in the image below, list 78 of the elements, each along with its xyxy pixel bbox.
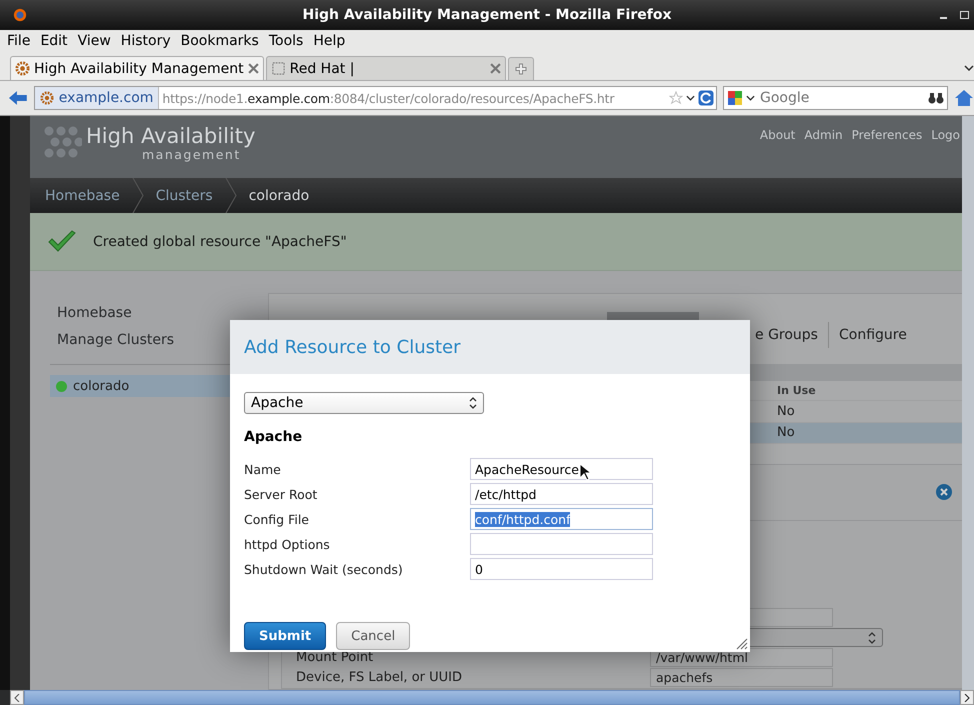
browser-tab[interactable]: High Availability Management xyxy=(10,56,264,80)
field-label: httpd Options xyxy=(244,536,331,552)
vertical-scrollbar[interactable] xyxy=(962,116,974,690)
reload-icon[interactable] xyxy=(698,90,714,106)
horizontal-scrollbar-thumb[interactable] xyxy=(24,690,960,705)
binoculars-icon[interactable] xyxy=(928,91,944,105)
menu-item[interactable]: Edit xyxy=(35,33,73,49)
sidebar-link[interactable]: Homebase xyxy=(50,305,268,332)
menu-item[interactable]: Tools xyxy=(264,33,308,49)
chevron-right-icon xyxy=(964,694,970,702)
address-bar[interactable]: example.com https://node1.example.com:8084/cluster/colorado/resources/ApacheFS.htr xyxy=(34,86,717,110)
close-icon[interactable] xyxy=(936,484,952,500)
scroll-right-button[interactable] xyxy=(960,690,974,705)
star-icon[interactable] xyxy=(669,91,683,105)
chevron-down-icon[interactable] xyxy=(686,95,695,101)
gear-icon xyxy=(40,91,54,105)
field-label: Name xyxy=(244,462,282,476)
firefox-logo-icon xyxy=(13,8,27,22)
home-icon[interactable] xyxy=(954,89,974,107)
input-field[interactable]: 0 xyxy=(470,558,653,580)
column-header: In Use xyxy=(777,384,816,397)
section-tab[interactable]: e Groups xyxy=(755,322,828,348)
field-label: Shutdown Wait (seconds) xyxy=(244,562,404,576)
menu-item[interactable]: File xyxy=(2,33,36,49)
blank-page-icon xyxy=(270,61,286,76)
logo-subtitle: management xyxy=(142,148,241,162)
chevron-down-icon[interactable] xyxy=(964,65,974,71)
up-down-arrows-icon xyxy=(469,397,477,409)
google-logo-icon[interactable] xyxy=(727,90,743,106)
new-tab-button[interactable] xyxy=(508,57,534,80)
scroll-left-button[interactable] xyxy=(10,690,24,705)
breadcrumb-link[interactable]: colorado xyxy=(248,188,310,204)
site-identity-button[interactable]: example.com xyxy=(34,87,160,109)
submit-button[interactable]: Submit xyxy=(244,622,326,650)
menu-item[interactable]: History xyxy=(116,33,176,49)
menu-item[interactable]: Bookmarks xyxy=(176,33,264,49)
menu-item[interactable]: View xyxy=(72,33,116,49)
close-icon[interactable] xyxy=(490,63,501,74)
back-arrow-icon[interactable] xyxy=(8,90,28,106)
section-tab[interactable]: Configure xyxy=(828,322,917,348)
maximize-icon[interactable] xyxy=(958,9,970,21)
browser-tab[interactable]: Red Hat | xyxy=(266,56,506,80)
breadcrumb-link[interactable]: Clusters xyxy=(156,188,213,204)
header-link[interactable]: About xyxy=(760,128,796,142)
breadcrumb-separator-icon xyxy=(132,178,144,213)
close-icon[interactable] xyxy=(248,63,259,74)
checkmark-icon xyxy=(47,230,77,254)
field-label: Device, FS Label, or UUID xyxy=(296,670,463,686)
gear-icon xyxy=(15,61,30,76)
field-label: Config File xyxy=(244,512,310,526)
field-label: Server Root xyxy=(244,486,318,502)
field-label: Mount Point xyxy=(296,650,374,666)
menu-item[interactable]: Help xyxy=(308,33,350,49)
resource-type-dropdown[interactable]: Apache xyxy=(244,392,484,414)
header-link[interactable]: Preferences xyxy=(852,128,922,142)
search-field[interactable]: Google xyxy=(723,86,948,110)
header-link[interactable]: Admin xyxy=(804,128,843,142)
breadcrumb-link[interactable]: Homebase xyxy=(45,188,120,204)
input-field[interactable]: ApacheResource xyxy=(470,458,653,480)
header-link[interactable]: Logo xyxy=(931,128,960,142)
resize-grip-icon[interactable] xyxy=(736,638,748,650)
breadcrumb-separator-icon xyxy=(224,178,237,213)
url-text: https://node1.example.com:8084/cluster/colorado/resources/ApacheFS.htr xyxy=(162,90,616,106)
section-heading: Apache xyxy=(244,429,304,445)
input-field[interactable]: /etc/httpd xyxy=(470,483,653,505)
dialog-title: Add Resource to Cluster xyxy=(244,336,461,358)
chevron-left-icon xyxy=(14,694,20,702)
chevron-down-icon[interactable] xyxy=(746,95,755,101)
up-down-arrows-icon xyxy=(868,632,876,644)
window-title: High Availability Management - Mozilla Firefox xyxy=(302,7,672,23)
input-field[interactable] xyxy=(470,533,653,555)
plus-icon xyxy=(514,63,527,75)
success-message: Created global resource "ApacheFS" xyxy=(93,234,347,250)
mouse-cursor-icon xyxy=(579,463,591,481)
text-field[interactable]: apachefs xyxy=(650,668,833,688)
input-field[interactable]: conf/httpd.conf xyxy=(470,508,653,530)
logo-title: High Availability xyxy=(86,124,256,148)
cancel-button[interactable]: Cancel xyxy=(336,622,410,650)
